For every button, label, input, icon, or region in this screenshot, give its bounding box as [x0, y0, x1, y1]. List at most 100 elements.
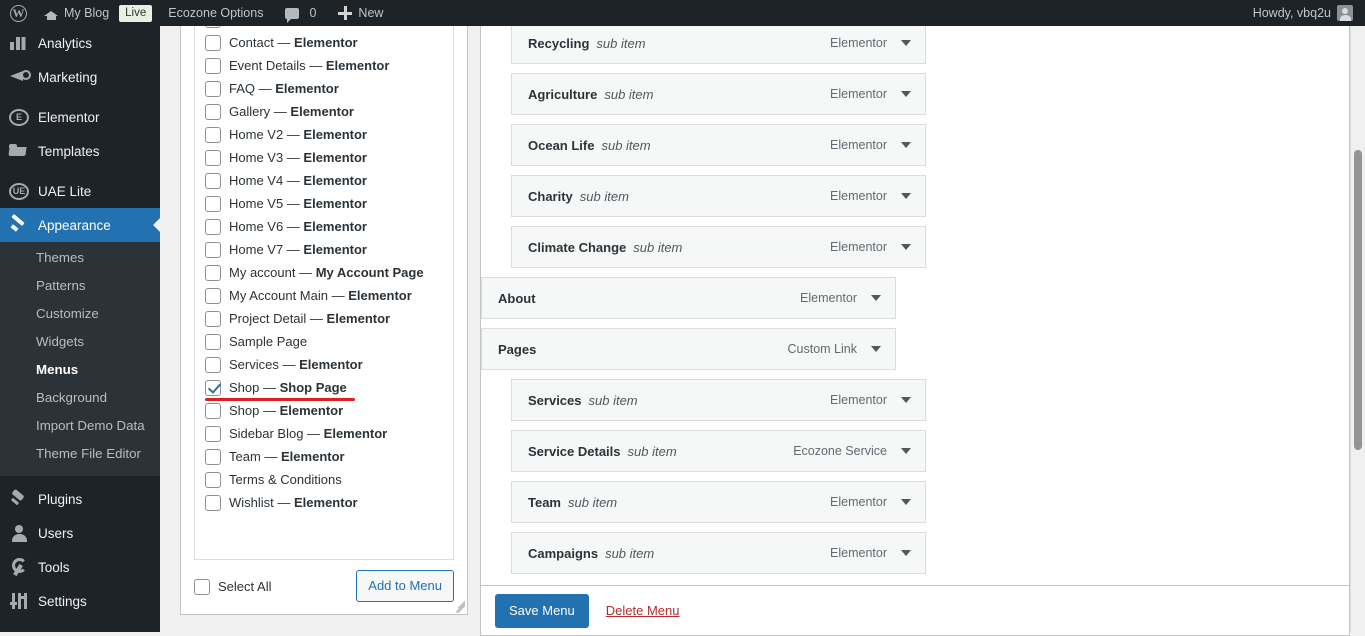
checkbox-box-icon[interactable]	[205, 149, 221, 166]
live-badge-button[interactable]: Live	[117, 0, 160, 26]
page-checkbox-row[interactable]: Shop — Elementor	[195, 399, 453, 422]
menu-item-row[interactable]: Agriculture sub item Elementor	[511, 73, 926, 115]
new-content-button[interactable]: New	[324, 0, 391, 26]
page-checkbox-row[interactable]: Home V3 — Elementor	[195, 146, 453, 169]
page-checkbox-row[interactable]: Terms & Conditions	[195, 468, 453, 491]
menu-item-row[interactable]: Climate Change sub item Elementor	[511, 226, 926, 268]
menu-item-row[interactable]: Ocean Life sub item Elementor	[511, 124, 926, 166]
checkbox-box-icon[interactable]	[205, 310, 221, 327]
scrollbar-thumb[interactable]	[1354, 150, 1362, 450]
pages-checkbox-panel[interactable]: Checkout Main — ElementorContact — Eleme…	[194, 22, 454, 560]
chevron-down-icon[interactable]	[901, 550, 911, 556]
wordpress-logo-button[interactable]: W	[0, 0, 36, 26]
chevron-down-icon[interactable]	[901, 499, 911, 505]
sidebar-item-menus[interactable]: Menus	[0, 356, 160, 384]
page-checkbox-row[interactable]: Wishlist — Elementor	[195, 491, 453, 514]
page-checkbox-row[interactable]: Shop — Shop Page	[195, 376, 453, 401]
sidebar-item-marketing[interactable]: Marketing	[0, 60, 160, 94]
menu-item-row[interactable]: About Elementor	[481, 277, 896, 319]
sidebar-item-tools[interactable]: Tools	[0, 550, 160, 584]
checkbox-box-icon[interactable]	[205, 57, 221, 74]
checkbox-box-icon[interactable]	[205, 425, 221, 442]
chevron-down-icon[interactable]	[901, 40, 911, 46]
menu-item-row[interactable]: Service Details sub item Ecozone Service	[511, 430, 926, 472]
page-checkbox-row[interactable]: Project Detail — Elementor	[195, 307, 453, 330]
page-checkbox-row[interactable]: Gallery — Elementor	[195, 100, 453, 123]
menu-item-row[interactable]: Pages Custom Link	[481, 328, 896, 370]
checkbox-box-icon[interactable]	[205, 471, 221, 488]
page-checkbox-row[interactable]: Services — Elementor	[195, 353, 453, 376]
checkbox-box-icon[interactable]	[205, 172, 221, 189]
chevron-down-icon[interactable]	[871, 295, 881, 301]
checkbox-box-icon[interactable]	[205, 264, 221, 281]
page-checkbox-row[interactable]: Home V7 — Elementor	[195, 238, 453, 261]
sidebar-item-templates[interactable]: Templates	[0, 134, 160, 168]
chevron-down-icon[interactable]	[901, 193, 911, 199]
page-checkbox-row[interactable]: FAQ — Elementor	[195, 77, 453, 100]
checkbox-box-icon[interactable]	[205, 80, 221, 97]
comments-button[interactable]: 0	[271, 0, 324, 26]
page-checkbox-row[interactable]: My Account Main — Elementor	[195, 284, 453, 307]
sidebar-item-users[interactable]: Users	[0, 516, 160, 550]
site-name-button[interactable]: My Blog	[36, 0, 117, 26]
sidebar-item-elementor[interactable]: E Elementor	[0, 100, 160, 134]
chevron-down-icon[interactable]	[901, 397, 911, 403]
sidebar-item-themes[interactable]: Themes	[0, 244, 160, 272]
page-checkbox-row[interactable]: Team — Elementor	[195, 445, 453, 468]
checkbox-box-icon[interactable]	[205, 126, 221, 143]
page-checkbox-row[interactable]: My account — My Account Page	[195, 261, 453, 284]
checkbox-box-icon[interactable]	[205, 218, 221, 235]
checkbox-box-icon[interactable]	[205, 448, 221, 465]
sidebar-item-import-demo-data[interactable]: Import Demo Data	[0, 412, 160, 440]
checkbox-box-icon[interactable]	[205, 241, 221, 258]
select-all-checkbox[interactable]: Select All	[194, 578, 271, 595]
page-scrollbar[interactable]	[1350, 26, 1365, 632]
checkbox-box-icon[interactable]	[205, 195, 221, 212]
my-account-button[interactable]: Howdy, vbq2u	[1245, 0, 1365, 26]
ecozone-options-button[interactable]: Ecozone Options	[160, 0, 271, 26]
chevron-down-icon[interactable]	[901, 142, 911, 148]
menu-item-row[interactable]: Services sub item Elementor	[511, 379, 926, 421]
checkbox-box-icon[interactable]	[205, 287, 221, 304]
menu-item-row[interactable]: Campaigns sub item Elementor	[511, 532, 926, 574]
chevron-down-icon[interactable]	[901, 448, 911, 454]
sidebar-item-settings[interactable]: Settings	[0, 584, 160, 618]
checkbox-box-icon[interactable]	[205, 402, 221, 419]
checkbox-box-icon[interactable]	[205, 34, 221, 51]
menu-item-row[interactable]: Charity sub item Elementor	[511, 175, 926, 217]
sidebar-item-widgets[interactable]: Widgets	[0, 328, 160, 356]
menu-item-title: Ocean Life	[528, 137, 595, 153]
sidebar-item-patterns[interactable]: Patterns	[0, 272, 160, 300]
checkbox-box-icon[interactable]	[205, 494, 221, 511]
resize-grip-icon[interactable]	[451, 599, 465, 613]
chevron-down-icon[interactable]	[901, 244, 911, 250]
add-to-menu-button[interactable]: Add to Menu	[356, 570, 454, 602]
delete-menu-link[interactable]: Delete Menu	[606, 603, 680, 618]
checkbox-box-icon[interactable]	[205, 103, 221, 120]
sidebar-item-appearance[interactable]: Appearance	[0, 208, 160, 242]
save-menu-button[interactable]: Save Menu	[495, 593, 589, 628]
page-checkbox-row[interactable]: Home V6 — Elementor	[195, 215, 453, 238]
sidebar-item-plugins[interactable]: Plugins	[0, 482, 160, 516]
sidebar-item-uae-lite[interactable]: UE UAE Lite	[0, 174, 160, 208]
chevron-down-icon[interactable]	[871, 346, 881, 352]
menu-item-row[interactable]: Recycling sub item Elementor	[511, 22, 926, 64]
sidebar-item-analytics[interactable]: Analytics	[0, 26, 160, 60]
page-checkbox-row[interactable]: Home V4 — Elementor	[195, 169, 453, 192]
sidebar-item-background[interactable]: Background	[0, 384, 160, 412]
checkbox-box-icon[interactable]	[205, 333, 221, 350]
page-checkbox-row[interactable]: Event Details — Elementor	[195, 54, 453, 77]
page-checkbox-row[interactable]: Sample Page	[195, 330, 453, 353]
sidebar-item-theme-file-editor[interactable]: Theme File Editor	[0, 440, 160, 468]
sidebar-item-customize[interactable]: Customize	[0, 300, 160, 328]
checkbox-box-icon[interactable]	[205, 356, 221, 373]
chevron-down-icon[interactable]	[901, 91, 911, 97]
page-checkbox-row[interactable]: Contact — Elementor	[195, 31, 453, 54]
page-checkbox-label: Home V5 — Elementor	[229, 195, 367, 211]
menu-item-row[interactable]: Team sub item Elementor	[511, 481, 926, 523]
sidebar-item-label: Settings	[38, 593, 87, 609]
page-checkbox-row[interactable]: Home V2 — Elementor	[195, 123, 453, 146]
page-checkbox-row[interactable]: Home V5 — Elementor	[195, 192, 453, 215]
page-checkbox-row[interactable]: Sidebar Blog — Elementor	[195, 422, 453, 445]
checkbox-checked-icon[interactable]	[205, 379, 221, 396]
